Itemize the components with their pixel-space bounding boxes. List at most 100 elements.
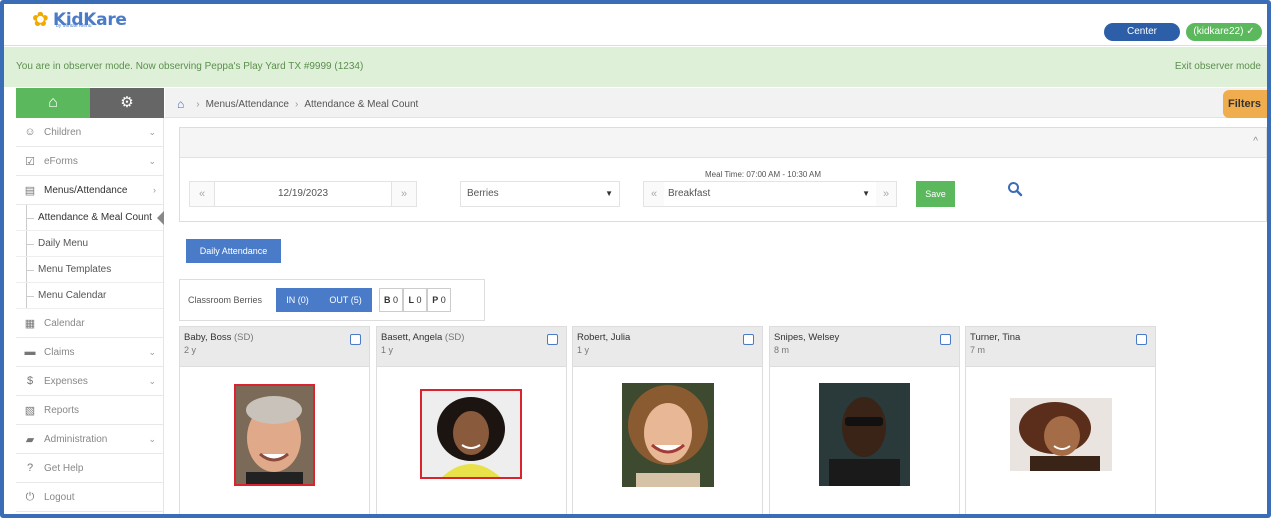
search-icon[interactable] [1007, 181, 1023, 202]
sidebar-item-claims[interactable]: ▬ Claims ⌄ [16, 338, 163, 367]
sidebar-item-eforms[interactable]: ☑ eForms ⌄ [16, 147, 163, 176]
child-card[interactable]: Robert, Julia 1 y [572, 326, 763, 514]
settings-button[interactable]: ⚙ [90, 88, 164, 118]
child-checkbox[interactable] [350, 334, 361, 345]
child-card[interactable]: Turner, Tina 7 m [965, 326, 1156, 514]
sidebar-subitem-menu-templates[interactable]: Menu Templates [16, 257, 163, 283]
child-name-text: Robert, Julia [577, 332, 631, 343]
briefcase-icon: ▰ [25, 433, 35, 446]
save-button[interactable]: Save [916, 181, 955, 207]
date-field[interactable]: 12/19/2023 [214, 182, 392, 206]
sidebar-item-expenses[interactable]: $ Expenses ⌄ [16, 367, 163, 396]
home-button[interactable]: ⌂ [16, 88, 90, 118]
chevron-down-icon: ⌄ [148, 433, 156, 444]
next-date-button[interactable]: » [392, 182, 416, 206]
meal-select[interactable]: Breakfast ▼ [664, 182, 876, 206]
breakfast-count[interactable]: B 0 [379, 288, 403, 312]
sidebar-item-label: Reports [44, 404, 80, 416]
home-icon[interactable]: ⌂ [177, 97, 184, 111]
out-count-button[interactable]: OUT (5) [329, 295, 361, 305]
child-checkbox[interactable] [940, 334, 951, 345]
observer-message: You are in observer mode. Now observing … [16, 61, 364, 72]
classroom-select[interactable]: Berries ▼ [460, 181, 620, 207]
caret-down-icon: ▼ [862, 189, 870, 198]
daily-attendance-button[interactable]: Daily Attendance [186, 239, 281, 263]
sidebar-item-get-help[interactable]: ? Get Help [16, 454, 163, 483]
prev-date-button[interactable]: « [190, 182, 214, 206]
center-button[interactable]: Center [1104, 23, 1180, 41]
chevron-up-icon[interactable]: ^ [1253, 136, 1258, 147]
breakfast-count-value: 0 [393, 295, 399, 305]
sidebar-item-reports[interactable]: ▧ Reports [16, 396, 163, 425]
child-checkbox[interactable] [1136, 334, 1147, 345]
help-icon: ? [26, 462, 34, 474]
child-age: 7 m [970, 345, 986, 355]
child-name-text: Basett, Angela [381, 332, 443, 343]
breadcrumb-separator: › [196, 98, 200, 110]
child-checkbox[interactable] [743, 334, 754, 345]
user-menu-button[interactable]: (kidkare22) ✓ [1186, 23, 1262, 41]
pm-snack-count-value: 0 [440, 295, 446, 305]
classroom-bar: Classroom Berries IN (0) OUT (5) B 0 L 0… [179, 279, 485, 321]
chevron-down-icon: ⌄ [148, 126, 156, 137]
child-age: 1 y [577, 345, 590, 355]
lunch-count[interactable]: L 0 [403, 288, 427, 312]
child-card-header: Snipes, Welsey 8 m [770, 327, 959, 367]
pm-snack-letter: P [432, 295, 439, 305]
child-card[interactable]: Snipes, Welsey 8 m [769, 326, 960, 514]
child-age: 2 y [184, 345, 197, 355]
sidebar-subitem-label: Daily Menu [38, 238, 89, 249]
top-bar: ✿ KidKare by Minute Menu Center (kidkare… [4, 4, 1267, 46]
breakfast-letter: B [383, 295, 391, 305]
sidebar-item-label: Logout [44, 491, 75, 503]
sidebar-item-administration[interactable]: ▰ Administration ⌄ [16, 425, 163, 454]
lunch-letter: L [408, 295, 414, 305]
date-picker: « 12/19/2023 » [189, 181, 417, 207]
breadcrumb-separator: › [294, 98, 299, 110]
sidebar-item-label: Children [44, 126, 82, 138]
child-card[interactable]: Baby, Boss (SD) 2 y [179, 326, 370, 514]
sidebar-subitem-attendance-meal-count[interactable]: Attendance & Meal Count [16, 205, 164, 231]
child-photo [819, 383, 910, 486]
sidebar-item-calendar[interactable]: ▦ Calendar [16, 309, 163, 338]
lunch-count-value: 0 [416, 295, 422, 305]
active-indicator [157, 211, 164, 225]
meal-select-value: Breakfast [668, 188, 711, 199]
classroom-select-value: Berries [467, 188, 499, 199]
child-photo [1010, 398, 1112, 471]
sidebar-item-children[interactable]: ☺ Children ⌄ [16, 118, 163, 147]
sidebar-subitem-menu-calendar[interactable]: Menu Calendar [16, 283, 163, 309]
breadcrumb-menus-attendance[interactable]: Menus/Attendance [206, 99, 289, 110]
sidebar: ☺ Children ⌄ ☑ eForms ⌄ ▤ Menus/Attendan… [16, 118, 164, 514]
calendar-icon: ▦ [24, 317, 36, 330]
child-photo [622, 383, 714, 487]
exit-observer-link[interactable]: Exit observer mode [1175, 61, 1261, 72]
classroom-label: Classroom Berries [188, 295, 263, 305]
child-card[interactable]: Basett, Angela (SD) 1 y [376, 326, 567, 514]
sidebar-item-label: Expenses [44, 375, 88, 387]
breadcrumb-bar: ⌂ › Menus/Attendance › Attendance & Meal… [165, 88, 1267, 118]
child-checkbox[interactable] [547, 334, 558, 345]
filters-tab[interactable]: Filters [1223, 90, 1267, 118]
check-square-icon: ☑ [25, 155, 35, 168]
child-name: Robert, Julia [577, 332, 758, 343]
breadcrumb-current: Attendance & Meal Count [304, 98, 419, 110]
in-out-toggle: IN (0) OUT (5) [276, 288, 372, 312]
sidebar-item-logout[interactable]: ⏻ Logout [16, 483, 163, 512]
chevron-down-icon: ⌄ [148, 375, 156, 386]
sidebar-subitem-daily-menu[interactable]: Daily Menu [16, 231, 163, 257]
next-meal-button[interactable]: » [876, 182, 896, 206]
meal-time-label: Meal Time: 07:00 AM - 10:30 AM [705, 170, 822, 179]
pm-snack-count[interactable]: P 0 [427, 288, 451, 312]
sidebar-item-label: Administration [44, 433, 108, 445]
in-count-button[interactable]: IN (0) [286, 295, 309, 305]
dollar-icon: $ [26, 375, 34, 387]
sidebar-item-menus-attendance[interactable]: ▤ Menus/Attendance › [16, 176, 163, 205]
child-card-header: Robert, Julia 1 y [573, 327, 762, 367]
child-age: 8 m [774, 345, 790, 355]
sidebar-top: ⌂ ⚙ [16, 88, 164, 118]
smile-icon: ☺ [24, 126, 36, 138]
child-name-text: Snipes, Welsey [774, 332, 840, 343]
child-name: Turner, Tina [970, 332, 1151, 343]
prev-meal-button[interactable]: « [644, 182, 664, 206]
